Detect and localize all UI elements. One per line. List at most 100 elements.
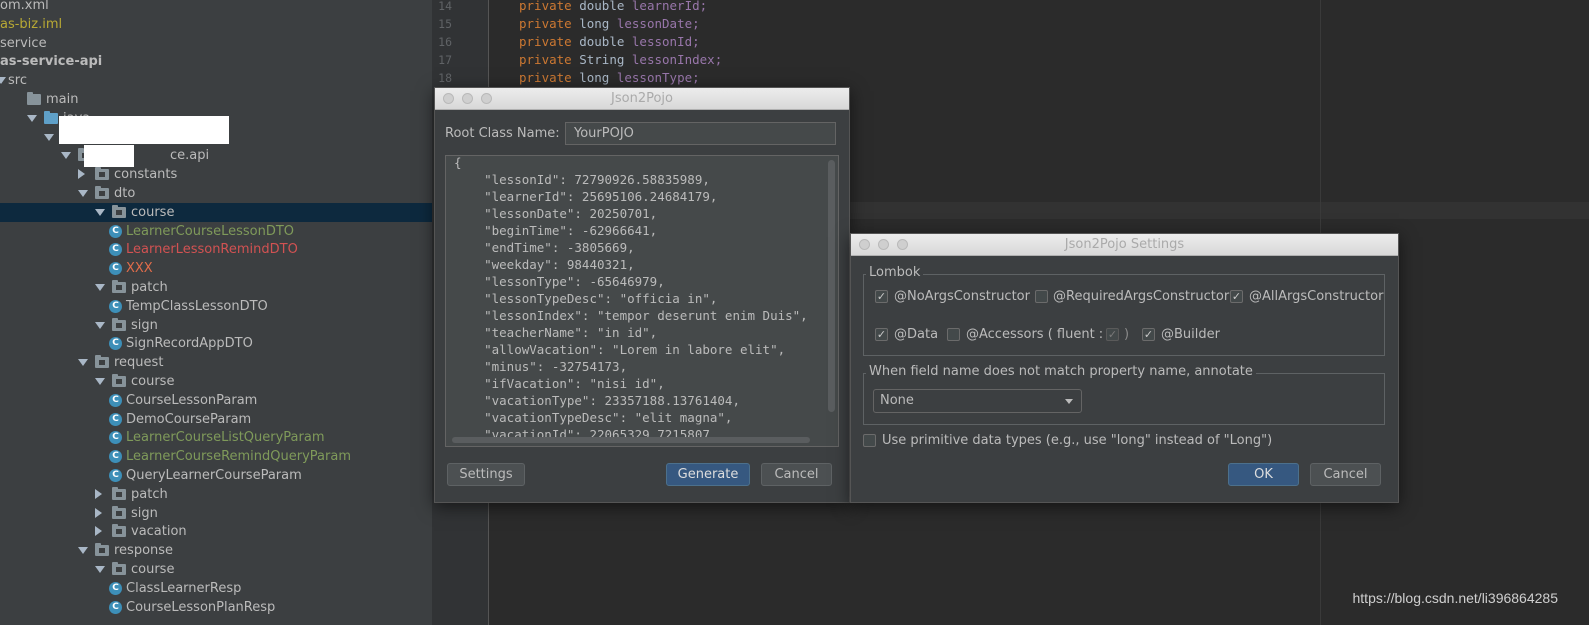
class-icon: C bbox=[109, 299, 122, 313]
data-checkbox[interactable]: ✓ bbox=[875, 328, 888, 341]
chevron-down-icon[interactable] bbox=[61, 152, 71, 160]
tree-item-label: ClassLearnerResp bbox=[126, 580, 242, 596]
tree-folder-item[interactable]: course bbox=[0, 202, 432, 222]
primitive-types-checkbox[interactable] bbox=[863, 434, 876, 447]
tree-item-label: TempClassLessonDTO bbox=[126, 298, 268, 314]
generate-button[interactable]: Generate bbox=[666, 463, 750, 486]
tree-class-item[interactable]: C LearnerCourseRemindQueryParam bbox=[0, 447, 432, 466]
tree-item-label: XXX bbox=[126, 261, 153, 277]
tree-class-item[interactable]: C QueryLearnerCourseParam bbox=[0, 466, 432, 485]
data-label[interactable]: @Data bbox=[894, 327, 938, 342]
project-tree[interactable]: om.xml as-biz.iml service as-service-api src… bbox=[0, 0, 432, 625]
tree-folder-item[interactable]: request bbox=[0, 353, 432, 372]
tree-class-item[interactable]: C ClassLearnerResp bbox=[0, 579, 432, 598]
tree-class-item[interactable]: C SignRecordAppDTO bbox=[0, 334, 432, 353]
tree-folder-item[interactable]: sign bbox=[0, 316, 432, 335]
accessors-checkbox[interactable] bbox=[947, 328, 960, 341]
tree-class-item[interactable]: C CourseLessonParam bbox=[0, 391, 432, 410]
accessors-label[interactable]: @Accessors ( fluent : bbox=[966, 327, 1103, 342]
chevron-down-icon[interactable] bbox=[95, 378, 105, 385]
chevron-down-icon[interactable] bbox=[78, 190, 88, 197]
class-icon: C bbox=[109, 262, 122, 276]
annotate-dropdown[interactable]: None bbox=[873, 389, 1082, 413]
tree-item-label: src bbox=[8, 73, 27, 89]
tree-folder-item[interactable]: main bbox=[0, 90, 432, 109]
horizontal-scrollbar[interactable] bbox=[452, 437, 810, 443]
tree-class-item[interactable]: C TempClassLessonDTO bbox=[0, 297, 432, 316]
json-line: "teacherName": "in id", bbox=[454, 325, 658, 340]
tree-class-item[interactable]: C LearnerCourseListQueryParam bbox=[0, 428, 432, 447]
chevron-down-icon[interactable] bbox=[27, 114, 37, 122]
chevron-down-icon[interactable] bbox=[95, 566, 105, 573]
folder-icon bbox=[27, 92, 41, 105]
json2pojo-settings-dialog[interactable]: Json2Pojo Settings Lombok ✓ @NoArgsConst… bbox=[850, 233, 1399, 503]
package-icon bbox=[95, 543, 109, 557]
tree-folder-item[interactable]: service bbox=[0, 34, 432, 53]
chevron-right-icon[interactable] bbox=[78, 169, 85, 180]
tree-folder-item[interactable]: ce.apia bbox=[0, 146, 432, 165]
tree-folder-item[interactable]: patch bbox=[0, 485, 432, 504]
tree-class-item[interactable]: C XXX bbox=[0, 259, 432, 278]
chevron-down-icon[interactable] bbox=[78, 359, 88, 367]
tree-item-label: constants bbox=[114, 167, 178, 183]
chevron-right-icon[interactable] bbox=[95, 488, 102, 499]
required-args-label[interactable]: @RequiredArgsConstructor bbox=[1053, 289, 1229, 304]
settings-cancel-button[interactable]: Cancel bbox=[1310, 463, 1381, 486]
json-line: "allowVacation": "Lorem in labore elit", bbox=[454, 342, 786, 357]
json-textarea[interactable]: { "lessonId": 72790926.58835989, "learne… bbox=[445, 155, 839, 447]
tree-folder-item[interactable]: course bbox=[0, 372, 432, 391]
cancel-button[interactable]: Cancel bbox=[761, 463, 832, 486]
chevron-right-icon[interactable] bbox=[95, 507, 102, 518]
tree-folder-item[interactable]: course bbox=[0, 560, 432, 579]
tree-class-item[interactable]: C LearnerLessonRemindDTO bbox=[0, 240, 432, 259]
tree-item-label: as-service-api bbox=[0, 54, 103, 70]
noargs-label[interactable]: @NoArgsConstructor bbox=[894, 289, 1030, 304]
tree-folder-item[interactable]: om.xml bbox=[0, 0, 432, 15]
tree-class-item[interactable]: C LearnerCourseLessonDTO bbox=[0, 222, 432, 241]
builder-label[interactable]: @Builder bbox=[1161, 327, 1220, 342]
settings-button[interactable]: Settings bbox=[447, 463, 525, 486]
primitive-types-label[interactable]: Use primitive data types (e.g., use "lon… bbox=[882, 433, 1272, 448]
tree-class-item[interactable]: C DemoCourseParam bbox=[0, 410, 432, 429]
settings-titlebar[interactable]: Json2Pojo Settings bbox=[851, 234, 1398, 256]
allargs-checkbox[interactable]: ✓ bbox=[1230, 290, 1243, 303]
fluent-checkbox: ✓ bbox=[1106, 328, 1119, 341]
required-args-checkbox[interactable] bbox=[1035, 290, 1048, 303]
tree-folder-item[interactable]: vacation bbox=[0, 522, 432, 541]
tree-folder-item[interactable]: src bbox=[0, 71, 432, 90]
package-icon bbox=[112, 280, 126, 293]
chevron-down-icon[interactable] bbox=[78, 547, 88, 555]
tree-class-item[interactable]: C CourseLessonPlanResp bbox=[0, 598, 432, 617]
allargs-label[interactable]: @AllArgsConstructor bbox=[1249, 289, 1383, 304]
tree-folder-item[interactable]: as-biz.iml bbox=[0, 15, 432, 34]
chevron-down-icon[interactable] bbox=[95, 208, 105, 216]
tree-item-label: main bbox=[46, 92, 79, 107]
dialog-titlebar[interactable]: Json2Pojo bbox=[435, 88, 849, 110]
tree-folder-item[interactable]: constants bbox=[0, 165, 432, 184]
chevron-down-icon[interactable] bbox=[95, 321, 105, 329]
chevron-down-icon[interactable] bbox=[44, 133, 54, 141]
json2pojo-dialog[interactable]: Json2Pojo Root Class Name: YourPOJO { "l… bbox=[434, 87, 850, 503]
tree-folder-item[interactable]: sign bbox=[0, 504, 432, 523]
noargs-checkbox[interactable]: ✓ bbox=[875, 290, 888, 303]
tree-item-label: om.xml bbox=[0, 0, 49, 13]
tree-folder-item[interactable]: as-service-api bbox=[0, 52, 432, 71]
tree-item-label: SignRecordAppDTO bbox=[126, 336, 253, 352]
tree-folder-item[interactable]: response bbox=[0, 541, 432, 560]
tree-folder-item[interactable]: patch bbox=[0, 278, 432, 297]
json-line: "weekday": 98440321, bbox=[454, 257, 635, 272]
builder-checkbox[interactable]: ✓ bbox=[1142, 328, 1155, 341]
tree-item-label: as-biz.iml bbox=[0, 16, 63, 32]
chevron-right-icon[interactable] bbox=[95, 526, 102, 537]
json-line: "vacationType": 23357188.13761404, bbox=[454, 393, 740, 408]
class-icon: C bbox=[109, 450, 122, 464]
json-line: { bbox=[454, 155, 462, 170]
json-line: "lessonId": 72790926.58835989, bbox=[454, 172, 710, 187]
root-class-input[interactable]: YourPOJO bbox=[565, 122, 836, 145]
tree-folder-item[interactable]: dto bbox=[0, 184, 432, 203]
vertical-scrollbar[interactable] bbox=[828, 160, 835, 412]
json-line: "learnerId": 25695106.24684179, bbox=[454, 189, 718, 204]
chevron-down-icon[interactable] bbox=[95, 284, 105, 291]
ok-button[interactable]: OK bbox=[1228, 463, 1299, 486]
chevron-down-icon[interactable] bbox=[0, 77, 6, 85]
